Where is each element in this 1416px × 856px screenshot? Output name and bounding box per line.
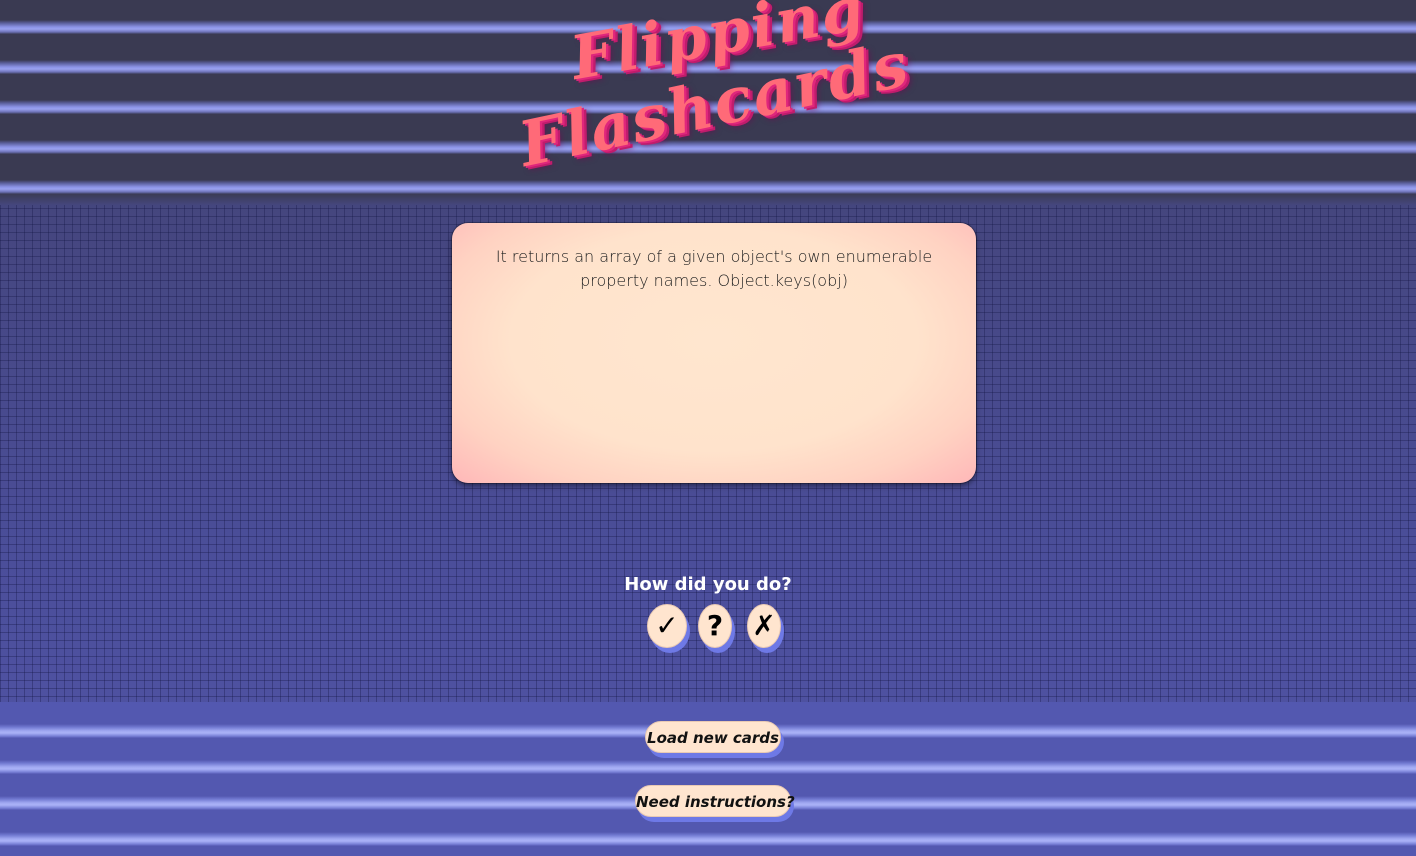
rating-section: How did you do? ✓ ? ✗: [0, 572, 1416, 648]
rating-buttons: ✓ ? ✗: [646, 604, 786, 654]
flashcard[interactable]: It returns an array of a given object's …: [452, 223, 976, 483]
got-it-button[interactable]: ✓: [647, 604, 687, 648]
rating-prompt: How did you do?: [624, 574, 792, 595]
cross-icon: ✗: [752, 609, 776, 642]
instructions-button[interactable]: Need instructions?: [635, 785, 795, 817]
flashcard-text: It returns an array of a given object's …: [495, 247, 933, 290]
missed-button[interactable]: ✗: [747, 604, 781, 648]
check-icon: ✓: [655, 609, 679, 642]
question-icon: ?: [706, 609, 724, 642]
load-new-cards-button[interactable]: Load new cards: [645, 721, 781, 753]
top-stripe-band: [0, 0, 1416, 205]
unsure-button[interactable]: ?: [698, 604, 732, 648]
